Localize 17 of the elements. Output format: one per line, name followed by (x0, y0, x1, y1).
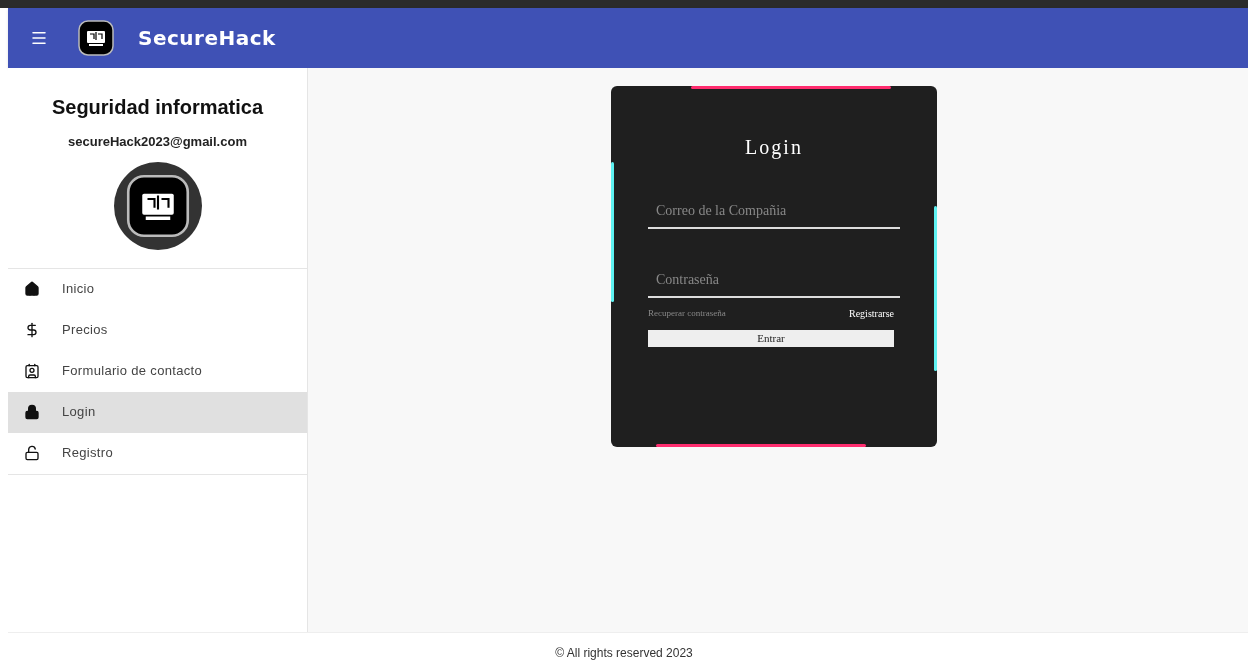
open-lock-icon (24, 445, 40, 461)
app-title: SecureHack (138, 25, 276, 52)
contact-card-icon (24, 363, 40, 379)
submit-button[interactable]: Entrar (648, 330, 894, 347)
recover-password-link[interactable]: Recuperar contraseña (648, 306, 726, 321)
menu-icon[interactable] (30, 29, 48, 47)
sidebar-title: Seguridad informatica (51, 95, 264, 120)
register-link[interactable]: Registrarse (849, 306, 894, 321)
nav-item[interactable]: Login (8, 391, 307, 433)
house-icon (24, 281, 40, 297)
login-title: Login (745, 135, 803, 161)
copyright-text: © All rights reserved 2023 (555, 645, 693, 662)
user-email: secureHack2023@gmail.com (68, 133, 247, 151)
input-field[interactable]: Correo de la Compañia (648, 200, 900, 229)
lock-icon (24, 404, 40, 420)
dollar-sign-icon (24, 322, 40, 338)
input-field[interactable]: Contraseña (648, 269, 900, 298)
